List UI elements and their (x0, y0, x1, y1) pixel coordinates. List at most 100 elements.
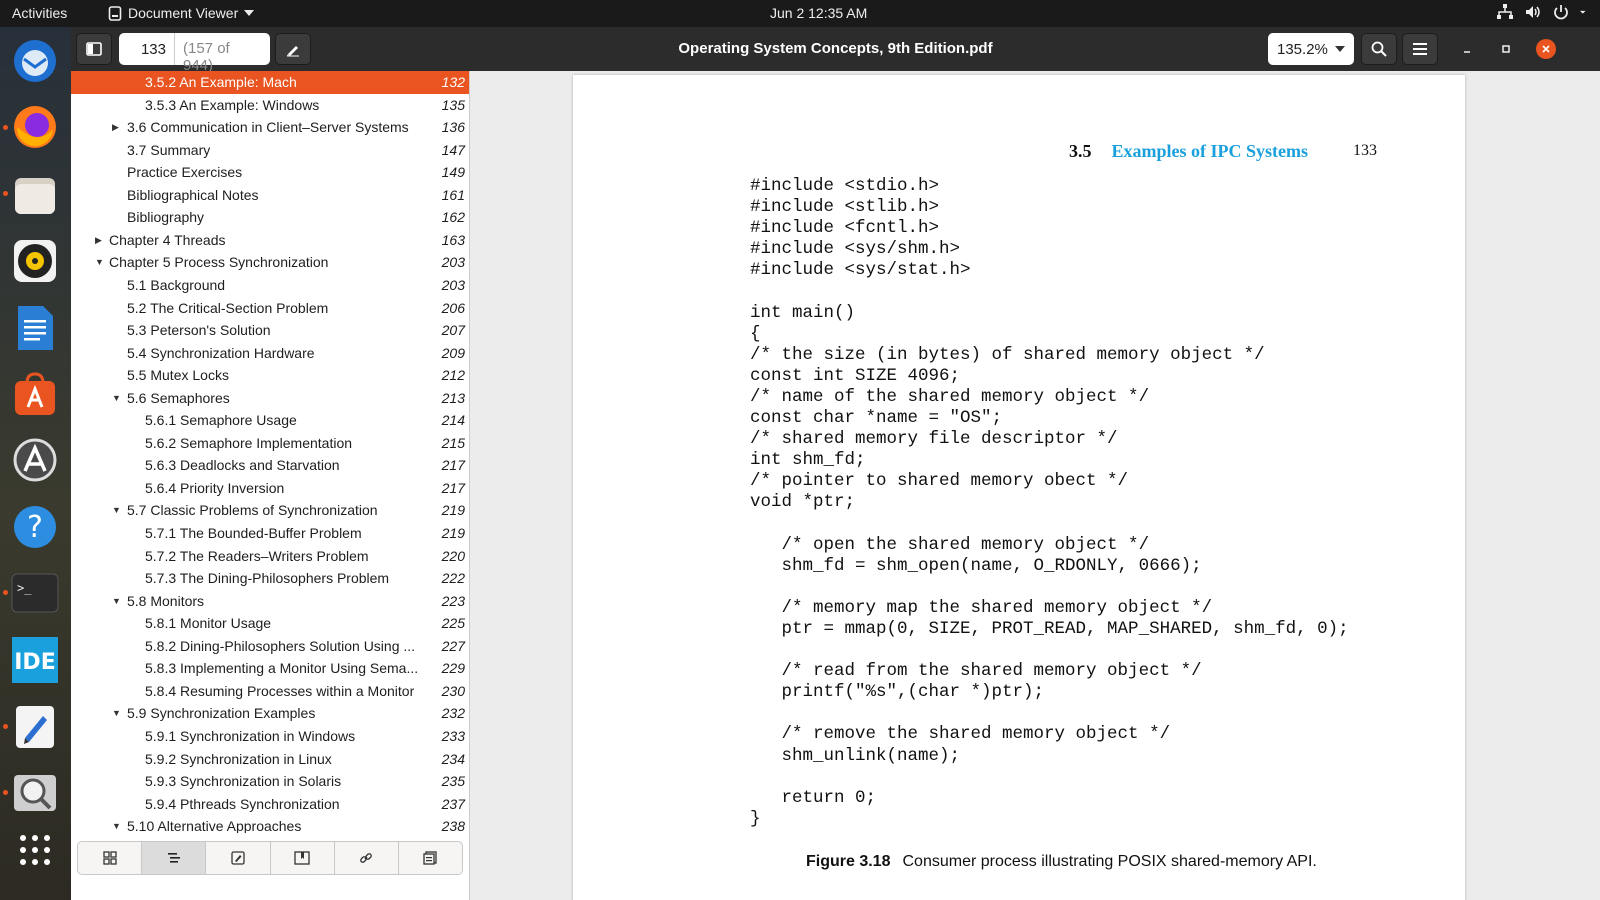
outline-item[interactable]: 5.6.4 Priority Inversion 217 (71, 477, 469, 500)
expander-collapsed-icon[interactable]: ▶ (95, 235, 105, 245)
tab-outline[interactable] (142, 842, 207, 874)
minimize-button[interactable] (1457, 39, 1477, 59)
outline-item[interactable]: 5.6.3 Deadlocks and Starvation 217 (71, 454, 469, 477)
outline-item[interactable]: ▼ 5.6 Semaphores 213 (71, 387, 469, 410)
outline-item-page: 237 (441, 795, 465, 812)
zoom-select[interactable]: 135.2% (1268, 33, 1354, 65)
outline-item[interactable]: 3.5.2 An Example: Mach 132 (71, 71, 469, 94)
libreoffice-writer-icon[interactable] (10, 303, 60, 353)
firefox-icon[interactable] (10, 102, 60, 152)
outline-item[interactable]: 5.9.3 Synchronization in Solaris 235 (71, 770, 469, 793)
main-menu-button[interactable] (1402, 33, 1438, 65)
outline-item-page: 203 (441, 276, 465, 293)
app-center-icon[interactable] (10, 369, 60, 419)
outline-item[interactable]: 5.6.1 Semaphore Usage 214 (71, 409, 469, 432)
tab-annotations[interactable] (206, 842, 271, 874)
network-icon (1497, 4, 1513, 19)
outline-item[interactable]: 5.3 Peterson's Solution 207 (71, 319, 469, 342)
document-outline[interactable]: 3.5.2 An Example: Mach 132 3.5.3 An Exampl… (71, 71, 469, 833)
expander-collapsed-icon[interactable]: ▶ (112, 122, 122, 132)
sidebar: 3.5.2 An Example: Mach 132 3.5.3 An Exampl… (71, 71, 470, 900)
files-icon[interactable] (10, 170, 60, 220)
outline-item-page: 136 (441, 119, 465, 136)
expander-expanded-icon[interactable]: ▼ (95, 257, 105, 267)
help-icon[interactable]: ? (10, 502, 60, 552)
outline-item-page: 238 (441, 818, 465, 833)
annotate-button[interactable] (275, 33, 311, 65)
outline-item-label: 5.6 Semaphores (127, 389, 230, 406)
outline-item[interactable]: 5.5 Mutex Locks 212 (71, 364, 469, 387)
outline-item[interactable]: 3.5.3 An Example: Windows 135 (71, 94, 469, 117)
outline-item[interactable]: ▼ 5.7 Classic Problems of Synchronization… (71, 499, 469, 522)
outline-item-label: 5.10 Alternative Approaches (127, 818, 302, 833)
outline-item-page: 235 (441, 773, 465, 790)
expander-expanded-icon[interactable]: ▼ (112, 393, 122, 403)
show-apps-icon[interactable] (10, 825, 60, 875)
outline-item[interactable]: 5.7.2 The Readers–Writers Problem 220 (71, 545, 469, 568)
expander-expanded-icon[interactable]: ▼ (112, 505, 122, 515)
thunderbird-icon[interactable] (10, 36, 60, 86)
search-button[interactable] (1361, 33, 1397, 65)
outline-item[interactable]: 5.8.1 Monitor Usage 225 (71, 612, 469, 635)
outline-item[interactable]: 5.1 Background 203 (71, 274, 469, 297)
outline-item[interactable]: Bibliographical Notes 161 (71, 184, 469, 207)
outline-item[interactable]: 5.7.3 The Dining-Philosophers Problem 222 (71, 567, 469, 590)
hamburger-menu-icon (1413, 43, 1427, 55)
outline-item[interactable]: Practice Exercises 149 (71, 161, 469, 184)
clock[interactable]: Jun 2 12:35 AM (770, 5, 867, 21)
outline-item[interactable]: 5.7.1 The Bounded-Buffer Problem 219 (71, 522, 469, 545)
page-number-input[interactable] (119, 33, 174, 65)
outline-item[interactable]: ▼ 5.10 Alternative Approaches 238 (71, 815, 469, 833)
outline-item[interactable]: 5.8.2 Dining-Philosophers Solution Using… (71, 635, 469, 658)
outline-item[interactable]: ▼ 5.8 Monitors 223 (71, 590, 469, 613)
outline-item[interactable]: ▶ 3.6 Communication in Client–Server Syst… (71, 116, 469, 139)
outline-item[interactable]: 5.6.2 Semaphore Implementation 215 (71, 432, 469, 455)
text-editor-icon[interactable] (10, 702, 60, 752)
expander-expanded-icon[interactable]: ▼ (112, 708, 122, 718)
header-bar: (157 of 944) Operating System Concepts, … (71, 27, 1600, 74)
expander-expanded-icon[interactable]: ▼ (112, 821, 122, 831)
outline-item[interactable]: 3.7 Summary 147 (71, 139, 469, 162)
system-tray[interactable] (1496, 3, 1590, 21)
outline-item[interactable]: 5.9.1 Synchronization in Windows 233 (71, 725, 469, 748)
activities-button[interactable]: Activities (12, 5, 67, 21)
document-view[interactable]: 3.5 Examples of IPC Systems 133 #include … (470, 71, 1600, 900)
expander-expanded-icon[interactable]: ▼ (112, 596, 122, 606)
outline-item[interactable]: 5.9.4 Pthreads Synchronization 237 (71, 793, 469, 816)
outline-item-label: 5.8.3 Implementing a Monitor Using Sema.… (145, 660, 419, 677)
terminal-icon[interactable]: >_ (10, 568, 60, 618)
tab-thumbnails[interactable] (78, 842, 143, 874)
outline-item[interactable]: ▼ Chapter 5 Process Synchronization 203 (71, 251, 469, 274)
outline-item[interactable]: 5.2 The Critical-Section Problem 206 (71, 297, 469, 320)
outline-item[interactable]: 5.4 Synchronization Hardware 209 (71, 342, 469, 365)
rhythmbox-icon[interactable] (10, 236, 60, 286)
section-title: Examples of IPC Systems (1111, 141, 1309, 161)
tab-bookmarks[interactable] (271, 842, 335, 874)
code-line: /* shared memory file descriptor */ (750, 429, 1118, 450)
maximize-button[interactable] (1496, 39, 1516, 59)
outline-item[interactable]: 5.8.3 Implementing a Monitor Using Sema.… (71, 657, 469, 680)
outline-item[interactable]: 5.9.2 Synchronization in Linux 234 (71, 748, 469, 771)
document-viewer-icon[interactable] (10, 768, 60, 818)
outline-item-label: 5.8.2 Dining-Philosophers Solution Using… (145, 637, 416, 654)
outline-item[interactable]: ▶ Chapter 4 Threads 163 (71, 229, 469, 252)
software-updater-icon[interactable] (10, 435, 60, 485)
app-menu[interactable]: Document Viewer (108, 5, 255, 21)
outline-item[interactable]: 5.8.4 Resuming Processes within a Monito… (71, 680, 469, 703)
outline-item[interactable]: ▼ 5.9 Synchronization Examples 232 (71, 702, 469, 725)
sidebar-toggle-button[interactable] (76, 33, 112, 65)
close-icon (1542, 45, 1550, 53)
link-icon (360, 853, 373, 863)
outline-item-label: 5.7.1 The Bounded-Buffer Problem (145, 525, 362, 541)
ide-icon[interactable]: IDE (10, 635, 60, 685)
running-indicator (3, 191, 8, 196)
tab-links[interactable] (335, 842, 399, 874)
outline-item-page: 234 (441, 750, 465, 767)
outline-item-label: 5.2 The Critical-Section Problem (127, 299, 329, 316)
code-line: void *ptr; (750, 492, 856, 513)
tab-layers[interactable] (399, 842, 462, 874)
close-button[interactable] (1536, 39, 1556, 59)
outline-item[interactable]: Bibliography 162 (71, 206, 469, 229)
